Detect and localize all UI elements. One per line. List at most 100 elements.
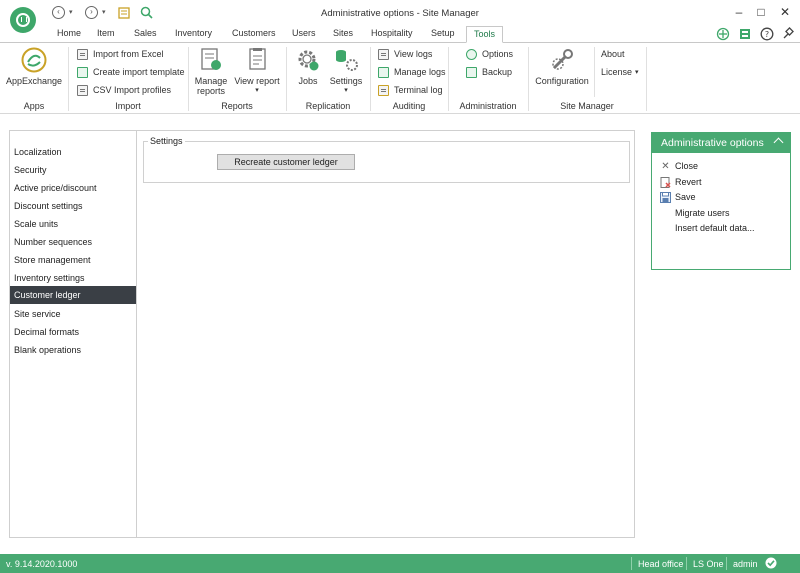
insert-default-data-action[interactable]: Insert default data... xyxy=(675,221,755,235)
group-label-apps: Apps xyxy=(23,101,45,111)
save-icon xyxy=(660,191,671,203)
sidebar-item-active-price-discount[interactable]: Active price/discount xyxy=(10,179,137,197)
migrate-users-label: Migrate users xyxy=(675,208,730,218)
ribbon-separator xyxy=(594,47,595,97)
options-label: Options xyxy=(482,49,514,59)
panel-header[interactable]: Administrative options xyxy=(652,133,790,153)
view-report-button[interactable]: View report ▾ xyxy=(233,47,281,96)
status-separator xyxy=(631,557,632,570)
view-logs-button[interactable]: View logs xyxy=(378,47,432,61)
import-excel-label: Import from Excel xyxy=(93,49,164,59)
backup-button[interactable]: Backup xyxy=(466,65,512,79)
tab-item[interactable]: Item xyxy=(97,28,115,38)
tab-setup[interactable]: Setup xyxy=(431,28,455,38)
tab-sites[interactable]: Sites xyxy=(333,28,353,38)
collapse-chevron-icon[interactable] xyxy=(773,137,784,148)
import-excel-icon xyxy=(77,48,88,60)
status-bar: v. 9.14.2020.1000 Head office LS One adm… xyxy=(0,554,800,573)
backup-icon xyxy=(466,66,477,78)
license-button[interactable]: License ▾ xyxy=(601,65,639,79)
site-text: Head office xyxy=(638,559,684,569)
help-icon: ? xyxy=(760,27,774,41)
tab-users[interactable]: Users xyxy=(292,28,316,38)
pin-icon xyxy=(783,27,794,39)
maximize-button[interactable]: □ xyxy=(752,4,770,20)
tab-home[interactable]: Home xyxy=(57,28,81,38)
help-button[interactable]: ? xyxy=(760,27,774,41)
product-text: LS One xyxy=(693,559,724,569)
tab-hospitality[interactable]: Hospitality xyxy=(371,28,413,38)
save-label: Save xyxy=(675,192,696,202)
tab-customers[interactable]: Customers xyxy=(232,28,276,38)
tab-sales[interactable]: Sales xyxy=(134,28,157,38)
ribbon-tabs: Home Item Sales Inventory Customers User… xyxy=(0,26,800,43)
sidebar-item-discount-settings[interactable]: Discount settings xyxy=(10,197,137,215)
administrative-options-panel: Administrative options ✕ Close Revert Sa… xyxy=(651,132,791,270)
about-label: About xyxy=(601,49,625,59)
sidebar-item-customer-ledger[interactable]: Customer ledger xyxy=(10,286,137,304)
tab-tools[interactable]: Tools xyxy=(466,26,504,43)
jobs-gear-icon xyxy=(295,47,321,73)
ribbon: AppExchange Apps Import from Excel Creat… xyxy=(0,42,800,114)
sidebar-item-decimal-formats[interactable]: Decimal formats xyxy=(10,323,137,341)
appexchange-button[interactable]: AppExchange xyxy=(6,47,62,86)
site-icon xyxy=(716,27,730,41)
replication-settings-button[interactable]: Settings ▾ xyxy=(327,47,365,96)
template-icon xyxy=(77,66,88,78)
revert-label: Revert xyxy=(675,177,702,187)
status-separator xyxy=(686,557,687,570)
user-text: admin xyxy=(733,559,758,569)
manage-reports-label-1: Manage xyxy=(194,76,228,86)
jobs-label: Jobs xyxy=(298,76,318,86)
save-action[interactable]: Save xyxy=(660,190,696,204)
replication-settings-label: Settings xyxy=(329,76,363,86)
version-text: v. 9.14.2020.1000 xyxy=(6,559,78,569)
sidebar-item-blank-operations[interactable]: Blank operations xyxy=(10,341,137,359)
sidebar-item-store-management[interactable]: Store management xyxy=(10,251,137,269)
manage-reports-button[interactable]: Manage reports xyxy=(192,47,230,96)
svg-text:?: ? xyxy=(765,30,769,39)
csv-profiles-label: CSV Import profiles xyxy=(93,85,172,95)
configuration-tools-icon xyxy=(549,47,575,73)
group-label-auditing: Auditing xyxy=(392,101,426,111)
manage-logs-button[interactable]: Manage logs xyxy=(378,65,446,79)
status-check-icon xyxy=(765,557,777,571)
sidebar-item-site-service[interactable]: Site service xyxy=(10,305,137,323)
pin-button[interactable] xyxy=(781,27,795,41)
ribbon-separator xyxy=(646,47,647,111)
sidebar-item-scale-units[interactable]: Scale units xyxy=(10,215,137,233)
sidebar-item-number-sequences[interactable]: Number sequences xyxy=(10,233,137,251)
sidebar-item-inventory-settings[interactable]: Inventory settings xyxy=(10,269,137,287)
sidebar-item-security[interactable]: Security xyxy=(10,161,137,179)
store-button[interactable] xyxy=(738,27,752,41)
recreate-customer-ledger-button[interactable]: Recreate customer ledger xyxy=(217,154,355,170)
appexchange-icon xyxy=(21,47,47,73)
title-bar: ‹ ▾ › ▾ Administrative options - Site Ma… xyxy=(0,0,800,33)
view-report-label: View report xyxy=(234,76,280,86)
import-from-excel-button[interactable]: Import from Excel xyxy=(77,47,164,61)
site-button[interactable] xyxy=(716,27,730,41)
configuration-label: Configuration xyxy=(535,76,589,86)
revert-action[interactable]: Revert xyxy=(660,175,702,189)
options-button[interactable]: Options xyxy=(466,47,513,61)
revert-icon xyxy=(660,176,671,188)
jobs-button[interactable]: Jobs xyxy=(293,47,323,86)
terminal-log-button[interactable]: Terminal log xyxy=(378,83,443,97)
manage-reports-icon xyxy=(198,47,224,73)
csv-profile-icon xyxy=(77,84,88,96)
csv-import-profiles-button[interactable]: CSV Import profiles xyxy=(77,83,171,97)
minimize-button[interactable]: – xyxy=(730,4,748,20)
terminal-log-label: Terminal log xyxy=(394,85,443,95)
migrate-users-action[interactable]: Migrate users xyxy=(675,206,730,220)
close-action[interactable]: ✕ Close xyxy=(660,159,698,173)
tab-inventory[interactable]: Inventory xyxy=(175,28,212,38)
group-label-site-manager: Site Manager xyxy=(560,101,614,111)
about-button[interactable]: About xyxy=(601,47,625,61)
create-import-template-button[interactable]: Create import template xyxy=(77,65,185,79)
sidebar-item-localization[interactable]: Localization xyxy=(10,143,137,161)
close-icon: ✕ xyxy=(661,160,670,172)
status-separator xyxy=(726,557,727,570)
close-window-button[interactable]: ✕ xyxy=(776,4,794,20)
configuration-button[interactable]: Configuration xyxy=(534,47,590,86)
license-dropdown-icon: ▾ xyxy=(635,69,639,76)
